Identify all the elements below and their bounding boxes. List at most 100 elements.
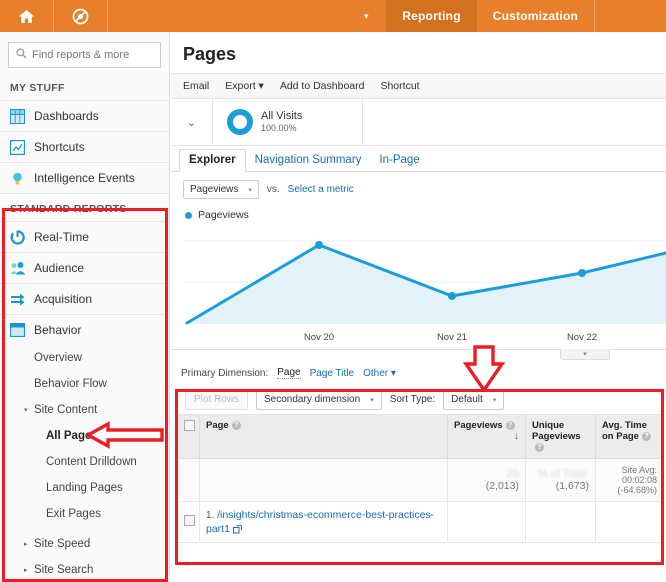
export-action[interactable]: Export ▾ (225, 80, 264, 92)
metric-selector[interactable]: Pageviews ▾ (183, 180, 259, 199)
sidebar-subitem-label: Exit Pages (46, 508, 101, 520)
sidebar-subitem-overview[interactable]: Overview (0, 345, 169, 371)
my-stuff-title: MY STUFF (10, 82, 65, 94)
sidebar-item-acquisition[interactable]: Acquisition (0, 283, 169, 314)
segment-all-visits[interactable]: All Visits 100.00% (213, 99, 363, 145)
column-label: Avg. Time on Page (602, 420, 647, 442)
chevron-right-icon[interactable]: ▸ (24, 566, 28, 574)
sidebar-item-dashboards[interactable]: Dashboards (0, 100, 169, 131)
summary-check-cell (177, 458, 200, 502)
sidebar-subitem-landing-pages[interactable]: Landing Pages (0, 475, 169, 501)
help-icon[interactable]: ? (505, 420, 515, 430)
tab-in-page[interactable]: In-Page (370, 150, 428, 171)
summary-avgtime-cell: Site Avg: 00:02:08 (-64.68%) (595, 458, 664, 502)
sidebar-item-label: Shortcuts (34, 140, 85, 154)
metric-selector-value: Pageviews (190, 184, 239, 195)
lightbulb-icon (10, 171, 34, 186)
chevron-down-icon[interactable]: ⌄ (171, 99, 213, 145)
chart-footer: ▾ (171, 349, 666, 361)
tab-explorer[interactable]: Explorer (179, 149, 246, 172)
sidebar-subitem-all-pages[interactable]: All Pages (0, 423, 169, 449)
chevron-down-icon: ▾ (492, 396, 497, 404)
segment-percent: 100.00% (261, 123, 297, 134)
summary-pageviews-cell: 29 (2,013) (447, 458, 526, 502)
search-box[interactable] (8, 42, 169, 68)
search-input[interactable] (32, 49, 169, 61)
sidebar-subitem-label: Content Drilldown (46, 456, 137, 468)
tab-reporting[interactable]: Reporting (386, 0, 477, 32)
chevron-down-icon: ▾ (248, 186, 252, 194)
summary-unique-cell: % of Total: (1,673) (525, 458, 596, 502)
select-all-checkbox[interactable] (184, 420, 195, 431)
column-header-page[interactable]: Page? (199, 415, 448, 459)
sidebar-item-behavior[interactable]: Behavior (0, 314, 169, 345)
legend-label: Pageviews (198, 209, 249, 221)
left-sidebar: MY STUFF Dashboards (0, 32, 170, 582)
secondary-dimension-button[interactable]: Secondary dimension ▾ (256, 389, 382, 410)
summary-unique-faded: % of Total: (537, 468, 589, 480)
segment-label: All Visits 100.00% (261, 109, 302, 135)
chevron-down-icon: ▾ (370, 396, 374, 404)
table-row[interactable]: 1. /insights/christmas-ecommerce-best-pr… (177, 500, 664, 544)
sidebar-subitem-site-search[interactable]: ▸ Site Search (0, 557, 169, 582)
sidebar-item-label: Acquisition (34, 292, 93, 306)
row-avgtime-cell (595, 500, 664, 544)
pageviews-area-chart[interactable] (171, 223, 666, 331)
sort-type-label: Sort Type: (389, 394, 436, 405)
shortcut-action[interactable]: Shortcut (380, 80, 419, 92)
segment-name: All Visits (261, 110, 303, 122)
table-summary-row: 29 (2,013) % of Total: (1,673) Site Avg:… (177, 458, 664, 502)
tab-customization[interactable]: Customization (477, 0, 594, 32)
globe-icon[interactable] (54, 0, 108, 32)
column-header-avg-time-on-page[interactable]: Avg. Time on Page? (595, 415, 664, 459)
topbar-end (594, 0, 666, 32)
sidebar-item-audience[interactable]: Audience (0, 252, 169, 283)
sort-type-button[interactable]: Default ▾ (443, 389, 505, 410)
sidebar-search-wrap (0, 32, 169, 76)
tab-navigation-summary[interactable]: Navigation Summary (246, 150, 371, 171)
page-action-bar: Email Export ▾ Add to Dashboard Shortcut (171, 73, 666, 99)
add-to-dashboard-action[interactable]: Add to Dashboard (280, 80, 365, 92)
audience-people-icon (10, 261, 34, 276)
x-tick-label: Nov 20 (303, 332, 335, 343)
column-header-unique-pageviews[interactable]: Unique Pageviews? (525, 415, 596, 459)
help-icon[interactable]: ? (231, 420, 241, 430)
chevron-down-icon[interactable]: ▾ (24, 406, 28, 414)
help-icon[interactable]: ? (641, 431, 651, 441)
column-header-pageviews[interactable]: Pageviews? ↓ (447, 415, 526, 459)
row-checkbox[interactable] (184, 515, 195, 527)
row-pageviews-cell (447, 500, 526, 544)
email-action[interactable]: Email (183, 80, 209, 92)
sidebar-subitem-site-content[interactable]: ▾ Site Content (0, 397, 169, 423)
sidebar-subitem-site-speed[interactable]: ▸ Site Speed (0, 531, 169, 557)
vs-label: vs. (266, 184, 280, 195)
row-checkbox-cell[interactable] (177, 500, 200, 544)
external-link-icon[interactable] (232, 524, 242, 535)
shortcut-chart-icon (10, 139, 34, 155)
sidebar-subitem-behavior-flow[interactable]: Behavior Flow (0, 371, 169, 397)
sidebar-subitem-exit-pages[interactable]: Exit Pages (0, 501, 169, 527)
sort-descending-icon[interactable]: ↓ (514, 431, 519, 442)
sidebar-item-real-time[interactable]: Real-Time (0, 221, 169, 252)
chevron-down-icon[interactable]: ▾ (346, 0, 386, 32)
search-icon (16, 46, 27, 64)
primary-dimension-other[interactable]: Other ▾ (363, 368, 396, 379)
chevron-right-icon[interactable]: ▸ (24, 540, 28, 548)
behavior-window-icon (10, 323, 34, 337)
realtime-clock-icon (10, 229, 34, 245)
summary-unique-value: (1,673) (555, 480, 589, 492)
sidebar-subitem-label: Site Speed (34, 538, 91, 550)
row-unique-cell (525, 500, 596, 544)
help-icon[interactable]: ? (535, 442, 544, 452)
select-a-metric-link[interactable]: Select a metric (288, 184, 354, 195)
summary-avgtime-siteavg: Site Avg: 00:02:08 (621, 465, 657, 485)
sidebar-item-shortcuts[interactable]: Shortcuts (0, 131, 169, 162)
plot-rows-button[interactable]: Plot Rows (185, 389, 249, 410)
home-icon[interactable] (0, 0, 54, 32)
select-all-header[interactable] (177, 415, 200, 459)
sidebar-subitem-content-drilldown[interactable]: Content Drilldown (0, 449, 169, 475)
sidebar-item-intelligence-events[interactable]: Intelligence Events (0, 162, 169, 193)
chart-collapse-handle[interactable]: ▾ (560, 349, 610, 360)
primary-dimension-selected[interactable]: Page (277, 367, 301, 379)
primary-dimension-page-title[interactable]: Page Title (310, 368, 354, 379)
